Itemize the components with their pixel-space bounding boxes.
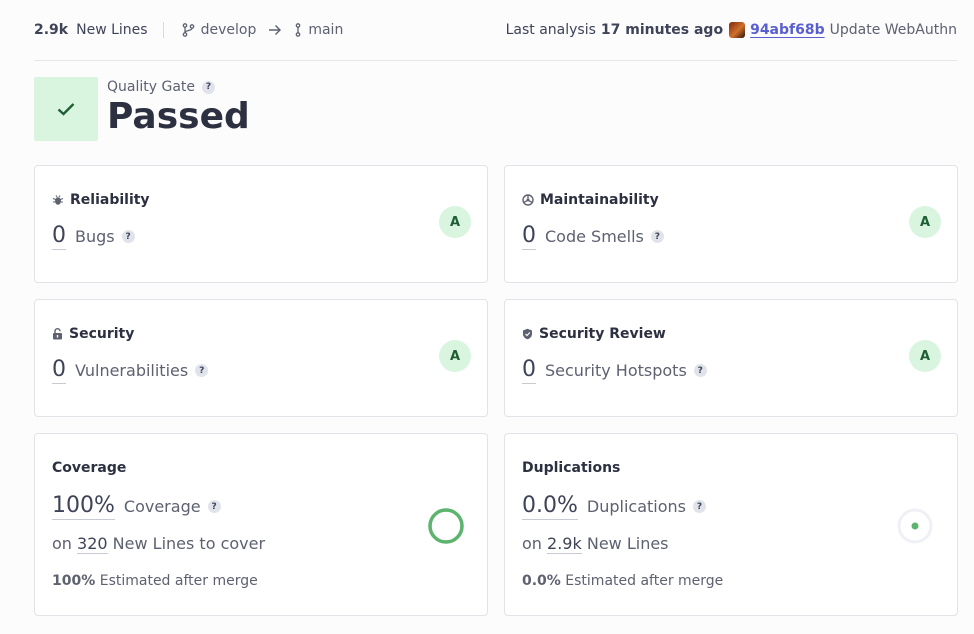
coverage-title: Coverage	[52, 460, 127, 476]
reliability-title: Reliability	[70, 192, 150, 208]
last-analysis-label: Last analysis	[505, 22, 596, 38]
vulnerabilities-count[interactable]: 0	[52, 358, 66, 384]
check-icon	[57, 103, 75, 116]
coverage-lines: on 320 New Lines to cover	[52, 534, 266, 554]
quality-gate: Quality Gate ? Passed	[34, 77, 250, 141]
duplications-title: Duplications	[522, 460, 621, 476]
last-analysis-time: 17 minutes ago	[600, 22, 724, 38]
coverage-label: Coverage	[123, 497, 201, 516]
maintainability-card: Maintainability 0 Code Smells? A	[504, 165, 958, 283]
duplications-on-label: on	[522, 534, 542, 553]
coverage-estimate-label: Estimated after merge	[99, 573, 258, 589]
new-lines-count: 2.9k	[34, 22, 69, 38]
source-branch-label: develop	[200, 22, 257, 38]
duplications-new-lines-label: New Lines	[586, 534, 669, 553]
bugs-label: Bugs	[75, 227, 115, 246]
shield-icon	[523, 328, 532, 340]
coverage-estimate-value: 100%	[52, 573, 96, 589]
duplications-card: Duplications 0.0% Duplications? on 2.9k …	[504, 433, 958, 616]
commit-hash-link[interactable]: 94abf68b	[750, 22, 825, 38]
code-smells-count[interactable]: 0	[522, 224, 536, 250]
source-branch[interactable]: develop	[182, 22, 257, 38]
bug-icon	[52, 195, 64, 205]
lock-icon	[53, 328, 62, 340]
security-review-card: Security Review 0 Security Hotspots? A	[504, 299, 958, 417]
help-icon[interactable]: ?	[650, 230, 664, 243]
coverage-estimate: 100% Estimated after merge	[52, 573, 258, 589]
branch-summary: 2.9k New Lines develop main	[34, 22, 343, 38]
duplications-estimate-label: Estimated after merge	[565, 573, 724, 589]
target-branch[interactable]: main	[294, 22, 343, 38]
duplications-estimate: 0.0% Estimated after merge	[522, 573, 723, 589]
security-title: Security	[69, 326, 135, 342]
coverage-value[interactable]: 100%	[52, 494, 115, 520]
maintainability-rating-badge[interactable]: A	[909, 206, 941, 238]
help-icon[interactable]: ?	[202, 80, 216, 94]
help-icon[interactable]: ?	[121, 230, 135, 243]
maintainability-title: Maintainability	[540, 192, 659, 208]
maintainability-icon	[522, 194, 534, 206]
duplications-estimate-value: 0.0%	[522, 573, 561, 589]
vulnerabilities-label: Vulnerabilities	[75, 361, 189, 380]
help-icon[interactable]: ?	[693, 364, 707, 377]
quality-gate-status: Passed	[107, 96, 250, 137]
security-review-rating-badge[interactable]: A	[909, 340, 941, 372]
quality-gate-label: Quality Gate	[107, 79, 196, 95]
duplications-indicator	[897, 508, 933, 544]
new-lines-count-link[interactable]: 2.9k	[547, 534, 582, 554]
help-icon[interactable]: ?	[195, 364, 209, 377]
arrow-right-icon	[268, 24, 282, 36]
analysis-header: 2.9k New Lines develop main Last analysi…	[34, 0, 957, 61]
reliability-rating-badge[interactable]: A	[439, 206, 471, 238]
reliability-card: Reliability 0 Bugs? A	[34, 165, 488, 283]
security-hotspots-count[interactable]: 0	[522, 358, 536, 384]
commit-message: Update WebAuthn	[829, 22, 957, 38]
coverage-donut-arc	[428, 508, 464, 544]
target-branch-label: main	[308, 22, 344, 38]
quality-gate-status-box	[34, 77, 98, 141]
new-lines-label: New Lines	[76, 22, 148, 38]
divider	[162, 22, 164, 38]
help-icon[interactable]: ?	[207, 500, 221, 513]
branch-main-icon	[295, 23, 301, 37]
bugs-count[interactable]: 0	[52, 224, 66, 250]
help-icon[interactable]: ?	[693, 500, 706, 513]
duplications-value[interactable]: 0.0%	[522, 494, 578, 520]
branch-icon	[182, 23, 194, 37]
duplications-label: Duplications	[586, 497, 686, 516]
security-review-title: Security Review	[539, 326, 666, 342]
security-card: Security 0 Vulnerabilities? A	[34, 299, 488, 417]
duplications-lines: on 2.9k New Lines	[522, 534, 669, 554]
last-analysis: Last analysis 17 minutes ago 94abf68b Up…	[506, 22, 957, 38]
security-rating-badge[interactable]: A	[439, 340, 471, 372]
lines-to-cover-count[interactable]: 320	[77, 534, 108, 554]
avatar	[729, 22, 746, 38]
code-smells-label: Code Smells	[545, 227, 644, 246]
coverage-card: Coverage 100% Coverage? on 320 New Lines…	[34, 433, 488, 616]
coverage-donut	[428, 508, 464, 544]
lines-to-cover-label: New Lines to cover	[112, 534, 266, 553]
security-hotspots-label: Security Hotspots	[545, 361, 687, 380]
coverage-on-label: on	[52, 534, 72, 553]
